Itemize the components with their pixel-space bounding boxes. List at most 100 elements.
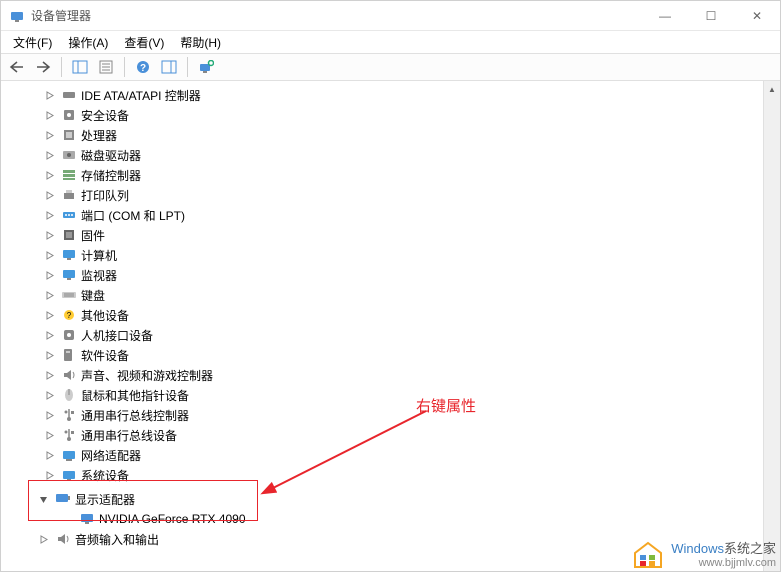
tree-node-label: 固件 [81, 227, 105, 244]
expand-icon[interactable] [43, 329, 55, 341]
tree-node[interactable]: 打印队列 [7, 185, 780, 205]
tree-node[interactable]: 监视器 [7, 265, 780, 285]
annotation-label: 右键属性 [416, 395, 476, 416]
properties-button[interactable] [94, 56, 118, 78]
forward-button[interactable] [31, 56, 55, 78]
cpu-icon [61, 127, 77, 143]
tree-node[interactable]: 端口 (COM 和 LPT) [7, 205, 780, 225]
expand-icon[interactable] [43, 169, 55, 181]
expand-icon[interactable] [43, 229, 55, 241]
expand-icon[interactable] [43, 209, 55, 221]
tree-node[interactable]: 通用串行总线控制器 [7, 405, 780, 425]
tree-node-label: 计算机 [81, 247, 117, 264]
menu-help[interactable]: 帮助(H) [172, 32, 229, 53]
window-title: 设备管理器 [31, 7, 642, 24]
svg-text:?: ? [67, 311, 72, 320]
back-button[interactable] [5, 56, 29, 78]
expand-icon[interactable] [43, 89, 55, 101]
expand-icon[interactable] [43, 389, 55, 401]
tree-node[interactable]: 人机接口设备 [7, 325, 780, 345]
tree-node[interactable]: 通用串行总线设备 [7, 425, 780, 445]
minimize-button[interactable]: — [642, 1, 688, 30]
maximize-button[interactable]: ☐ [688, 1, 734, 30]
usb-icon [61, 427, 77, 443]
menu-view[interactable]: 查看(V) [116, 32, 172, 53]
expander-placeholder [61, 513, 73, 525]
expand-icon[interactable] [37, 533, 49, 545]
show-hide-console-tree-button[interactable] [68, 56, 92, 78]
expand-icon[interactable] [43, 449, 55, 461]
tree-node[interactable]: 处理器 [7, 125, 780, 145]
expand-icon[interactable] [43, 149, 55, 161]
vertical-scrollbar[interactable]: ▲ [763, 81, 780, 571]
expand-icon[interactable] [43, 369, 55, 381]
tree-node-label: 磁盘驱动器 [81, 147, 141, 164]
ide-icon [61, 87, 77, 103]
tree-node-label: 网络适配器 [81, 447, 141, 464]
scroll-up-button[interactable]: ▲ [764, 81, 780, 98]
tree-node[interactable]: 计算机 [7, 245, 780, 265]
collapse-icon[interactable] [37, 493, 49, 505]
tree-node-gpu[interactable]: NVIDIA GeForce RTX 4090 [1, 509, 780, 529]
tree-node-label: 显示适配器 [75, 491, 135, 508]
tree-node[interactable]: 磁盘驱动器 [7, 145, 780, 165]
tree-node[interactable]: 软件设备 [7, 345, 780, 365]
expand-icon[interactable] [43, 409, 55, 421]
expand-icon[interactable] [43, 349, 55, 361]
watermark-brand: Windows [671, 541, 724, 556]
tree-node[interactable]: 网络适配器 [7, 445, 780, 465]
usb-icon [61, 407, 77, 423]
expand-icon[interactable] [43, 109, 55, 121]
hid-icon [61, 327, 77, 343]
toolbar: ? [1, 53, 780, 81]
tree-node[interactable]: 安全设备 [7, 105, 780, 125]
system-icon [61, 467, 77, 483]
tree-node-label: 音频输入和输出 [75, 531, 159, 548]
sound-icon [61, 367, 77, 383]
display-adapter-icon [55, 491, 71, 507]
menu-action[interactable]: 操作(A) [60, 32, 116, 53]
tree-node[interactable]: 键盘 [7, 285, 780, 305]
expand-icon[interactable] [43, 129, 55, 141]
tree-node-label: 其他设备 [81, 307, 129, 324]
action-pane-button[interactable] [157, 56, 181, 78]
expand-icon[interactable] [43, 309, 55, 321]
tree-node-label: 软件设备 [81, 347, 129, 364]
toolbar-separator [61, 57, 62, 77]
expand-icon[interactable] [43, 189, 55, 201]
toolbar-separator [124, 57, 125, 77]
tree-node[interactable]: 声音、视频和游戏控制器 [7, 365, 780, 385]
tree-node-label: 声音、视频和游戏控制器 [81, 367, 213, 384]
device-tree[interactable]: IDE ATA/ATAPI 控制器安全设备处理器磁盘驱动器存储控制器打印队列端口… [1, 81, 780, 489]
expand-icon[interactable] [43, 469, 55, 481]
disk-icon [61, 147, 77, 163]
network-icon [61, 447, 77, 463]
help-button[interactable]: ? [131, 56, 155, 78]
device-tree-panel: IDE ATA/ATAPI 控制器安全设备处理器磁盘驱动器存储控制器打印队列端口… [1, 81, 780, 571]
close-button[interactable]: ✕ [734, 1, 780, 30]
tree-node-label: 监视器 [81, 267, 117, 284]
tree-node[interactable]: 固件 [7, 225, 780, 245]
tree-node[interactable]: ? 其他设备 [7, 305, 780, 325]
tree-node[interactable]: 存储控制器 [7, 165, 780, 185]
mouse-icon [61, 387, 77, 403]
scan-hardware-button[interactable] [194, 56, 218, 78]
expand-icon[interactable] [43, 289, 55, 301]
expand-icon[interactable] [43, 429, 55, 441]
firmware-icon [61, 227, 77, 243]
tree-node-label: 存储控制器 [81, 167, 141, 184]
house-icon [631, 539, 665, 569]
tree-node[interactable]: 鼠标和其他指针设备 [7, 385, 780, 405]
other-icon: ? [61, 307, 77, 323]
expand-icon[interactable] [43, 249, 55, 261]
svg-text:?: ? [140, 63, 146, 74]
menu-file[interactable]: 文件(F) [5, 32, 60, 53]
tree-node-label: 系统设备 [81, 467, 129, 484]
tree-node[interactable]: 系统设备 [7, 465, 780, 485]
tree-node[interactable]: IDE ATA/ATAPI 控制器 [7, 85, 780, 105]
tree-node-display-adapters[interactable]: 显示适配器 [1, 489, 780, 509]
tree-node-label: 打印队列 [81, 187, 129, 204]
menubar: 文件(F) 操作(A) 查看(V) 帮助(H) [1, 31, 780, 53]
security-icon [61, 107, 77, 123]
expand-icon[interactable] [43, 269, 55, 281]
